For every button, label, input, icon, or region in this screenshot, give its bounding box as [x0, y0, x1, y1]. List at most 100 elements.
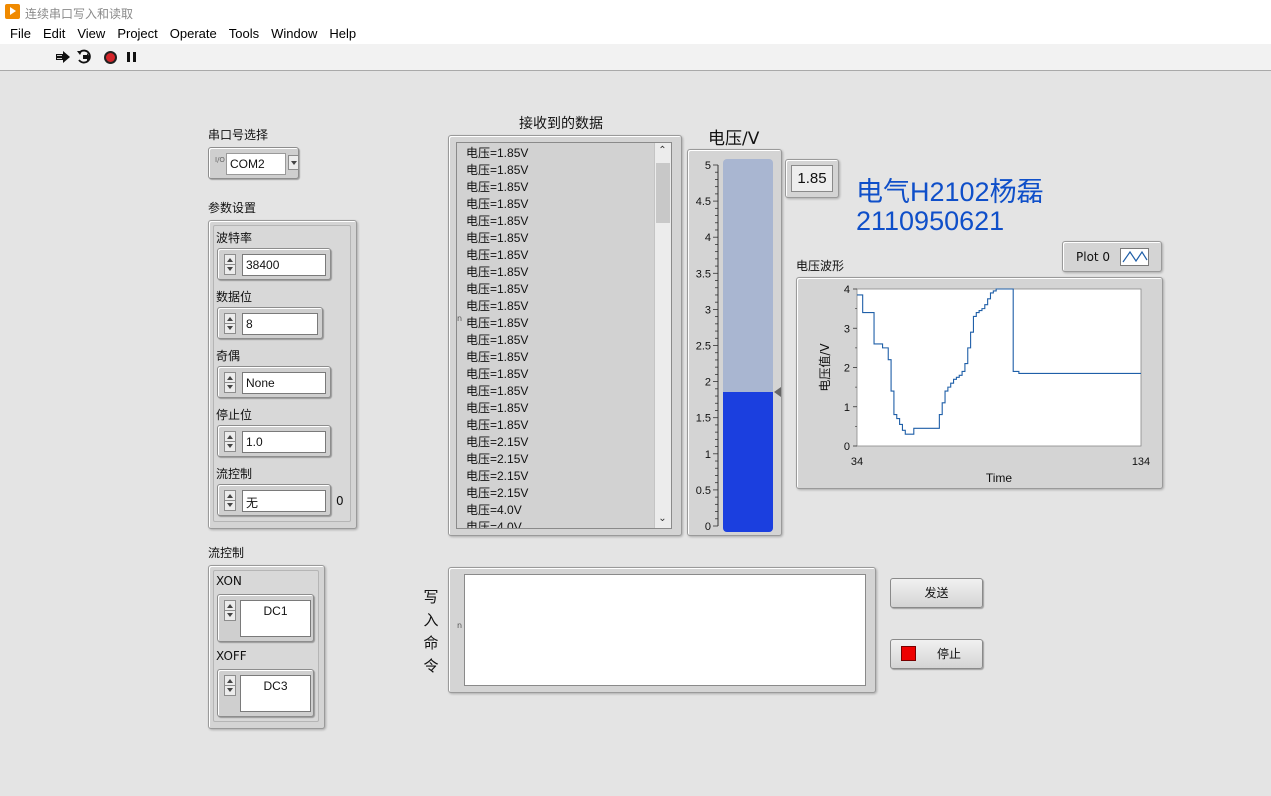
menu-view[interactable]: View [71, 24, 111, 44]
baud-control[interactable]: 38400 [217, 248, 331, 280]
list-item[interactable]: 电压=1.85V [466, 196, 528, 213]
y-tick-label: 0 [844, 441, 850, 453]
scroll-up-icon[interactable]: ⌃ [658, 146, 667, 156]
y-tick-label: 2 [844, 363, 850, 375]
list-item[interactable]: 电压=1.85V [466, 162, 528, 179]
baud-label: 波特率 [216, 231, 253, 245]
parity-label: 奇偶 [216, 349, 241, 363]
voltage-tank [723, 159, 773, 532]
run-continuously-button[interactable] [76, 49, 94, 65]
list-item[interactable]: 电压=2.15V [466, 485, 528, 502]
title-bar: 连续串口写入和读取 [0, 0, 1271, 24]
databits-value[interactable]: 8 [242, 313, 318, 335]
received-listbox-frame: 电压=1.85V 电压=1.85V 电压=1.85V 电压=1.85V 电压=1.85V… [448, 135, 682, 536]
received-listbox[interactable]: 电压=1.85V 电压=1.85V 电压=1.85V 电压=1.85V 电压=1.85V… [456, 142, 672, 529]
params-cluster: 波特率 38400 数据位 8 奇偶 None 停止位 1.0 流控制 无 0 [208, 220, 357, 529]
xon-stepper[interactable] [224, 600, 236, 621]
port-select[interactable]: I/O COM2 [208, 147, 299, 179]
list-item[interactable]: 电压=1.85V [466, 247, 528, 264]
window-title: 连续串口写入和读取 [25, 7, 134, 21]
menu-edit[interactable]: Edit [37, 24, 71, 44]
graph-title: 电压波形 [796, 259, 845, 273]
plot-legend[interactable]: Plot 0 [1062, 241, 1162, 272]
port-value[interactable]: COM2 [226, 153, 286, 175]
listbox-scrollbar[interactable]: ⌃ ⌄ [654, 143, 671, 528]
list-item[interactable]: 电压=2.15V [466, 468, 528, 485]
stopbits-stepper[interactable] [224, 431, 236, 452]
flow-value[interactable]: 无 [242, 490, 326, 512]
tank-pointer-icon [774, 387, 781, 398]
list-item[interactable]: 电压=4.0V [466, 502, 528, 519]
list-item[interactable]: 电压=1.85V [466, 179, 528, 196]
scroll-down-icon[interactable]: ⌄ [658, 514, 667, 524]
io-icon: I/O [215, 156, 225, 164]
command-input-frame [448, 567, 876, 693]
xoff-stepper[interactable] [224, 675, 236, 696]
waveform-chart[interactable]: 0123434 134Time电压值/V [797, 278, 1164, 490]
params-label: 参数设置 [208, 201, 257, 215]
pause-button[interactable] [122, 49, 140, 65]
port-dropdown-button[interactable] [288, 155, 299, 170]
stopbits-label: 停止位 [216, 408, 253, 422]
list-item[interactable]: 电压=1.85V [466, 315, 528, 332]
scrollbar-thumb[interactable] [656, 163, 670, 223]
xoff-value[interactable]: DC3 [240, 675, 311, 712]
list-item[interactable]: 电压=1.85V [466, 400, 528, 417]
parity-value[interactable]: None [242, 372, 326, 394]
stop-button[interactable]: 停止 [890, 639, 983, 669]
list-item[interactable]: 电压=1.85V [466, 383, 528, 400]
menu-tools[interactable]: Tools [223, 24, 265, 44]
list-item[interactable]: 电压=1.85V [466, 417, 528, 434]
tank-axis: 0 0.5 1 1.5 2 2.5 3 3.5 4 4.5 5 [696, 160, 719, 533]
baud-stepper[interactable] [224, 254, 236, 275]
xon-value[interactable]: DC1 [240, 600, 311, 637]
parity-stepper[interactable] [224, 372, 236, 393]
menu-operate[interactable]: Operate [164, 24, 223, 44]
flow-control[interactable]: 无 [217, 484, 331, 516]
list-item[interactable]: 电压=1.85V [466, 281, 528, 298]
legend-swatch[interactable] [1120, 248, 1149, 266]
stopbits-value[interactable]: 1.0 [242, 431, 326, 453]
list-item[interactable]: 电压=1.85V [466, 349, 528, 366]
stop-button-label: 停止 [937, 647, 962, 661]
list-item[interactable]: 电压=2.15V [466, 434, 528, 451]
labview-app-icon [5, 4, 20, 19]
databits-control[interactable]: 8 [217, 307, 323, 339]
menu-project[interactable]: Project [111, 24, 163, 44]
abort-button[interactable] [101, 49, 119, 65]
list-item[interactable]: 电压=1.85V [466, 145, 528, 162]
menu-help[interactable]: Help [323, 24, 362, 44]
voltage-indicator-frame: 1.85 [785, 159, 839, 198]
list-item[interactable]: 电压=1.85V [466, 264, 528, 281]
list-item[interactable]: 电压=1.85V [466, 332, 528, 349]
list-item[interactable]: 电压=1.85V [466, 366, 528, 383]
databits-stepper[interactable] [224, 313, 236, 334]
tank-tick-label: 0.5 [696, 485, 711, 497]
y-tick-label: 4 [844, 284, 850, 296]
flow-stepper[interactable] [224, 490, 236, 511]
parity-control[interactable]: None [217, 366, 331, 398]
command-label-text: 写入命令 [423, 588, 439, 675]
xoff-control[interactable]: DC3 [217, 669, 314, 717]
menu-window[interactable]: Window [265, 24, 323, 44]
list-item[interactable]: 电压=1.85V [466, 230, 528, 247]
waveform-chart-frame: 0 1 2 3 4 34 134 Time 电压值/V [796, 277, 1163, 489]
xon-label: XON [216, 574, 242, 588]
command-input[interactable] [464, 574, 866, 686]
y-axis-label: 电压值/V [817, 343, 832, 392]
run-button[interactable] [54, 49, 72, 65]
list-item[interactable]: 电压=1.85V [466, 298, 528, 315]
y-tick-label: 1 [844, 402, 850, 414]
legend-series-name: Plot 0 [1076, 250, 1111, 264]
tank-tick-label: 2 [705, 377, 711, 389]
baud-value[interactable]: 38400 [242, 254, 326, 276]
xon-control[interactable]: DC1 [217, 594, 314, 642]
send-button[interactable]: 发送 [890, 578, 983, 608]
menu-file[interactable]: File [4, 24, 37, 44]
tank-tick-label: 4.5 [696, 196, 711, 208]
list-item[interactable]: 电压=2.15V [466, 451, 528, 468]
name-text-line2: 2110950621 [856, 206, 1005, 236]
list-item[interactable]: 电压=1.85V [466, 213, 528, 230]
list-item[interactable]: 电压=4.0V [466, 519, 528, 528]
stopbits-control[interactable]: 1.0 [217, 425, 331, 457]
